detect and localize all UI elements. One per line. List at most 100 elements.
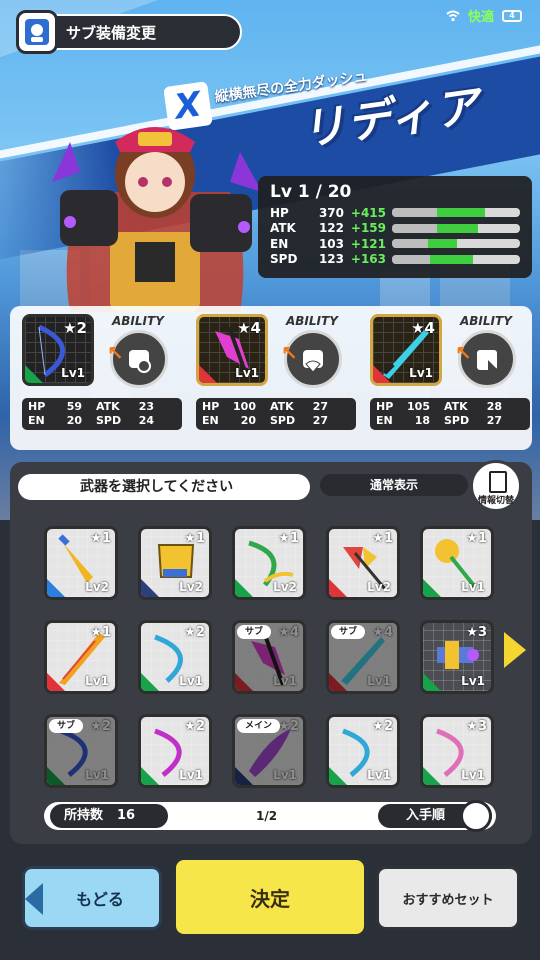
weapon-item[interactable]: ★2 Lv1 [138,620,212,694]
stat-key: ATK [444,400,468,413]
stat-key: SPD [270,414,296,427]
stat-key: SPD [96,414,122,427]
rarity-stars: ★1 [372,531,393,546]
equip-status-tag: メイン [237,719,281,733]
rarity-stars: ★2 [372,719,393,734]
sort-button[interactable]: 入手順 ⇅ [378,800,492,832]
stat-value: 59 [66,400,82,413]
weapon-item[interactable]: ★2 Lv1 [326,714,400,788]
weapon-level: Lv1 [367,768,391,782]
weapon-thumbnail[interactable]: ★4 Lv1 [370,314,442,386]
rarity-stars: ★4 [411,319,435,337]
weapon-level: Lv1 [273,768,297,782]
rarity-stars: ★4 [278,625,299,640]
stat-key: ATK [270,400,294,413]
stat-value: 20 [240,414,256,427]
equipped-slot-1[interactable]: ★2 Lv1 ABILITY ↖ HP 59 ATK 23 EN 20 SPD 24 [22,314,190,446]
weapon-item[interactable]: ★1 Lv2 [138,526,212,600]
rarity-stars: ★2 [63,319,87,337]
weapon-item[interactable]: ★1 Lv1 [420,526,494,600]
type-badge [235,767,253,785]
info-switch-label: 情報切替 [477,496,514,506]
back-button[interactable]: もどる [22,866,162,930]
stat-bonus: +163 [350,252,386,267]
stat-value: 20 [66,414,82,427]
equipped-slot-2[interactable]: ★4 Lv1 ABILITY ↖ HP 100 ATK 27 EN 20 SPD 27 [196,314,364,446]
weapon-level: Lv1 [461,768,485,782]
ability-icon[interactable]: ↖ [455,330,516,388]
weapon-level: Lv1 [179,674,203,688]
back-label: もどる [76,890,124,909]
slot-stats: HP 105 ATK 28 EN 18 SPD 27 [370,398,530,430]
equip-status-tag: サブ [331,625,366,639]
rarity-stars: ★4 [372,625,393,640]
rarity-stars: ★2 [184,719,205,734]
stat-bar-bonus [427,239,458,249]
weapon-item[interactable]: ★3 Lv1 [420,620,494,694]
sort-order-icon[interactable]: ⇅ [460,800,492,832]
weapon-item[interactable]: ★1 Lv2 [326,526,400,600]
weapon-level: Lv1 [273,674,297,688]
sort-label: 入手順 [406,808,446,823]
stat-bonus: +415 [350,205,386,220]
stat-bar [392,223,520,233]
weapon-item[interactable]: サブ ★2 Lv1 [44,714,118,788]
weapon-item[interactable]: ★1 Lv2 [44,526,118,600]
stat-bar [392,254,520,264]
weapon-item[interactable]: サブ ★4 Lv1 [326,620,400,694]
slot-stats: HP 59 ATK 23 EN 20 SPD 24 [22,398,182,430]
weapon-level: Lv1 [409,366,433,380]
stat-value: 103 [318,236,344,251]
slot-stats: HP 100 ATK 27 EN 20 SPD 27 [196,398,356,430]
stat-value: 123 [318,252,344,267]
weapon-level: Lv1 [85,674,109,688]
rarity-stars: ★2 [184,625,205,640]
weapon-item[interactable]: ★3 Lv1 [420,714,494,788]
inventory-footer: 所持数 16 1/2 入手順 ⇅ [44,800,496,832]
info-switch-button[interactable]: 情報切替 [470,460,522,512]
rarity-stars: ★3 [466,719,487,734]
weapon-level: Lv1 [179,768,203,782]
weapon-item[interactable]: ★2 Lv1 [138,714,212,788]
ability-label: ABILITY [286,314,338,328]
ability-icon[interactable]: ↖ [281,330,342,388]
battery-icon: 4 [502,9,522,22]
stat-row-en: EN 103 +121 [270,236,520,252]
equipped-slot-3[interactable]: ★4 Lv1 ABILITY ↖ HP 105 ATK 28 EN 18 SPD 27 [370,314,538,446]
weapon-level: Lv1 [235,366,259,380]
rarity-stars: ★4 [237,319,261,337]
stat-key: EN [270,236,289,251]
stat-value: 27 [486,414,502,427]
stat-bar-base [392,254,431,264]
weapon-level: Lv2 [85,580,109,594]
recommended-set-button[interactable]: おすすめセット [376,866,520,930]
weapon-thumbnail[interactable]: ★2 Lv1 [22,314,94,386]
weapon-item[interactable]: ★1 Lv1 [44,620,118,694]
stat-value: 370 [318,205,344,220]
weapon-level: Lv1 [85,768,109,782]
weapon-item[interactable]: ★1 Lv2 [232,526,306,600]
weapon-level: Lv1 [61,366,85,380]
rarity-stars: ★1 [278,531,299,546]
ability-icon[interactable]: ↖ [107,330,168,388]
stat-bar-base [392,223,437,233]
weapon-item[interactable]: メイン ★2 Lv1 [232,714,306,788]
stat-row-spd: SPD 123 +163 [270,252,520,268]
stat-bar-base [392,239,428,249]
confirm-button[interactable]: 決定 [172,856,368,938]
network-quality: 快適 [467,10,494,25]
back-arrow-icon [25,883,43,915]
rarity-stars: ★1 [90,531,111,546]
weapon-level: Lv2 [273,580,297,594]
status-bar: 快適 4 [446,6,522,25]
view-mode-label[interactable]: 通常表示 [320,474,468,496]
wifi-icon [446,10,460,21]
stat-value: 105 [407,400,430,413]
weapon-item[interactable]: サブ ★4 Lv1 [232,620,306,694]
next-page-arrow[interactable] [504,632,526,668]
stat-bar-bonus [436,208,486,218]
stat-key: HP [270,205,289,220]
equip-status-tag: サブ [49,719,84,733]
weapon-thumbnail[interactable]: ★4 Lv1 [196,314,268,386]
stat-value: 28 [486,400,502,413]
